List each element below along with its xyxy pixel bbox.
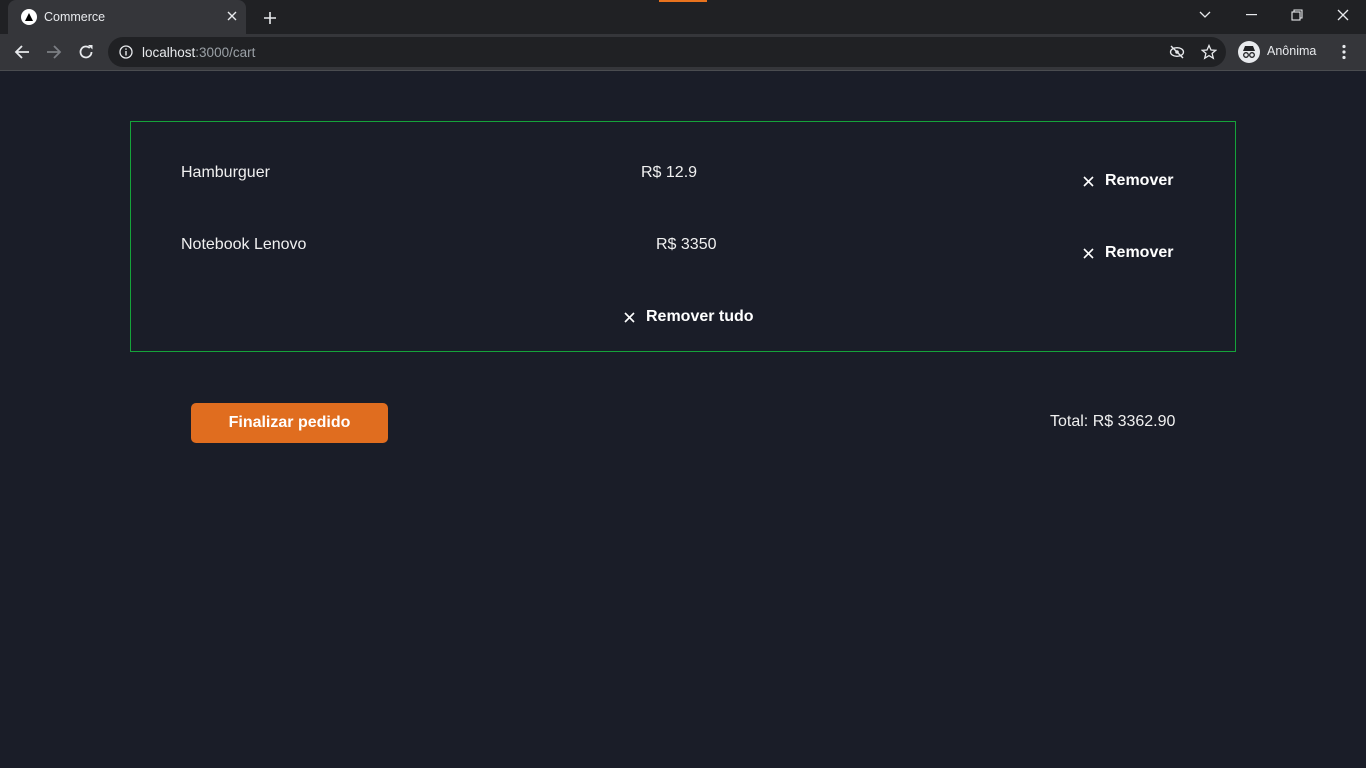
restore-icon[interactable] <box>1274 0 1320 30</box>
favicon-icon <box>21 9 37 25</box>
browser-toolbar: localhost:3000/cart Anônima <box>0 34 1366 70</box>
eye-slash-icon[interactable] <box>1168 43 1186 61</box>
cart-item-price: R$ 12.9 <box>641 164 698 181</box>
remove-all-label: Remover tudo <box>646 308 754 325</box>
profile-name: Anônima <box>1267 44 1317 58</box>
tab-close-icon[interactable] <box>224 8 240 24</box>
tab-title: Commerce <box>44 10 106 24</box>
tab-indicator <box>659 0 707 2</box>
address-bar[interactable]: localhost:3000/cart <box>108 37 1226 67</box>
close-icon <box>1081 174 1095 188</box>
site-info-icon[interactable] <box>118 44 134 60</box>
cart-total: Total: R$ 3362.90 <box>1050 413 1176 430</box>
checkout-button[interactable]: Finalizar pedido <box>191 403 388 443</box>
remove-label: Remover <box>1105 244 1174 261</box>
cart-item-name: Hamburguer <box>181 164 270 181</box>
remove-item-button[interactable]: Remover <box>1081 241 1173 265</box>
browser-tab[interactable]: Commerce <box>8 0 246 34</box>
back-icon[interactable] <box>8 38 36 66</box>
tab-search-icon[interactable] <box>1182 0 1228 30</box>
reload-icon[interactable] <box>72 38 100 66</box>
chrome-divider <box>0 70 1366 71</box>
remove-label: Remover <box>1105 172 1174 189</box>
cart-item-name: Notebook Lenovo <box>181 236 307 253</box>
close-icon <box>622 310 636 324</box>
url-host: localhost <box>142 45 196 60</box>
close-window-icon[interactable] <box>1320 0 1366 30</box>
url-text[interactable]: localhost:3000/cart <box>142 45 255 60</box>
cart-list: Hamburguer R$ 12.9 Remover Notebook Leno… <box>130 121 1236 352</box>
close-icon <box>1081 246 1095 260</box>
remove-item-button[interactable]: Remover <box>1081 169 1173 193</box>
browser-titlebar: Commerce <box>0 0 1366 34</box>
incognito-icon <box>1238 41 1260 63</box>
minimize-icon[interactable] <box>1228 0 1274 30</box>
forward-icon[interactable] <box>40 38 68 66</box>
url-path: :3000/cart <box>195 45 256 60</box>
new-tab-icon[interactable] <box>258 6 282 30</box>
bookmark-star-icon[interactable] <box>1200 43 1218 61</box>
more-menu-icon[interactable] <box>1332 40 1356 64</box>
remove-all-button[interactable]: Remover tudo <box>622 305 754 329</box>
cart-item-price: R$ 3350 <box>656 236 717 253</box>
